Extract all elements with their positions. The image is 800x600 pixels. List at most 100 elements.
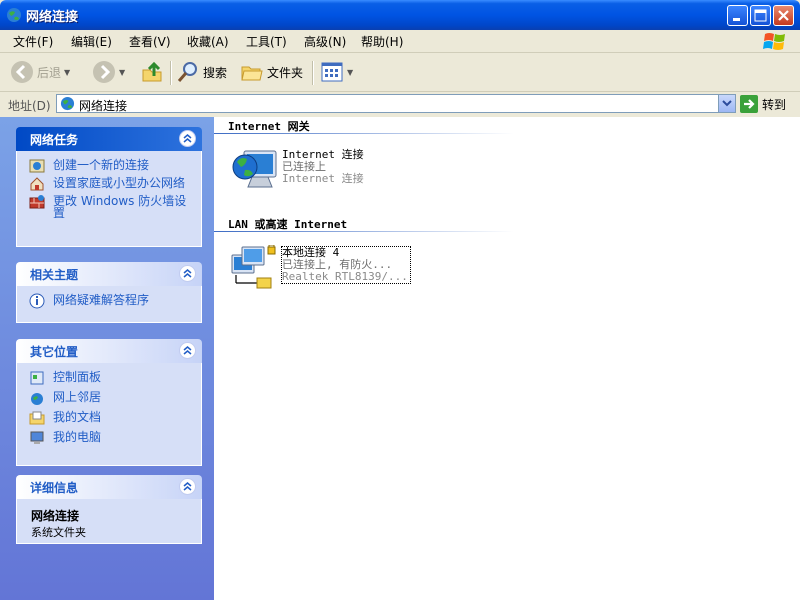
- home-network-icon: [30, 177, 44, 191]
- place-my-documents[interactable]: 我的文档: [29, 411, 193, 425]
- network-connections-icon: [60, 96, 75, 111]
- task-label: 网络疑难解答程序: [53, 293, 150, 307]
- info-icon: [29, 293, 45, 309]
- chevron-down-icon: [722, 100, 732, 107]
- network-tasks-header[interactable]: 网络任务: [16, 127, 202, 151]
- network-tasks-body: 创建一个新的连接 设置家庭或小型办公网络 更改 Windows 防火墙设置: [16, 151, 202, 247]
- menu-advanced[interactable]: 高级(N): [304, 33, 346, 50]
- menu-tools[interactable]: 工具(T): [246, 33, 287, 50]
- address-dropdown-button[interactable]: [718, 95, 735, 112]
- go-button[interactable]: 转到: [740, 95, 786, 113]
- chevron-up-icon: [183, 346, 192, 355]
- related-topics-body: 网络疑难解答程序: [16, 286, 202, 323]
- toolbar-separator: [170, 61, 172, 85]
- minimize-icon: [733, 18, 740, 21]
- lan-connection-icon: [231, 244, 276, 289]
- back-arrow-icon: [11, 61, 33, 83]
- explorer-window: 网络连接 文件(F) 编辑(E) 查看(V) 收藏(A) 工具(T) 高级(N)…: [0, 0, 800, 600]
- connection-device: Internet 连接: [282, 172, 364, 185]
- chevron-down-icon: ▼: [347, 67, 354, 77]
- forward-button[interactable]: ▼: [92, 59, 125, 85]
- group-divider: [214, 231, 514, 232]
- my-computer-icon: [30, 431, 44, 444]
- title-bar[interactable]: 网络连接: [0, 0, 800, 30]
- task-home-network[interactable]: 设置家庭或小型办公网络: [29, 177, 193, 191]
- other-places-header[interactable]: 其它位置: [16, 339, 202, 363]
- collapse-button[interactable]: [179, 478, 196, 495]
- place-label: 我的电脑: [53, 430, 102, 444]
- chevron-down-icon: ▼: [119, 67, 126, 77]
- connection-local-area-4[interactable]: 本地连接 4 已连接上, 有防火... Realtek RTL8139/...: [230, 244, 411, 291]
- task-create-connection[interactable]: 创建一个新的连接: [29, 158, 193, 173]
- maximize-button[interactable]: [750, 5, 771, 26]
- related-topics-header[interactable]: 相关主题: [16, 262, 202, 286]
- connection-text: 本地连接 4 已连接上, 有防火... Realtek RTL8139/...: [281, 246, 411, 284]
- close-button[interactable]: [773, 5, 794, 26]
- details-panel: 详细信息 网络连接 系统文件夹: [16, 475, 202, 544]
- place-network-neighborhood[interactable]: 网上邻居: [29, 390, 193, 405]
- place-label: 网上邻居: [53, 390, 102, 404]
- folders-button[interactable]: 文件夹: [240, 59, 303, 85]
- chevron-up-icon: [183, 134, 192, 143]
- chevron-up-icon: [183, 482, 192, 491]
- group-header-internet-gateway: Internet 网关: [228, 120, 310, 133]
- connection-text: Internet 连接 已连接上 Internet 连接: [282, 149, 364, 185]
- menu-view[interactable]: 查看(V): [129, 33, 171, 50]
- detail-type: 系统文件夹: [31, 526, 86, 539]
- details-header[interactable]: 详细信息: [16, 475, 202, 499]
- folders-label: 文件夹: [267, 65, 304, 80]
- panel-title: 其它位置: [30, 345, 79, 359]
- task-label: 创建一个新的连接: [53, 158, 150, 172]
- related-topics-panel: 相关主题 网络疑难解答程序: [16, 262, 202, 323]
- menu-bar: 文件(F) 编辑(E) 查看(V) 收藏(A) 工具(T) 高级(N) 帮助(H…: [0, 30, 800, 53]
- collapse-button[interactable]: [179, 342, 196, 359]
- network-connections-icon: [7, 8, 21, 22]
- menu-edit[interactable]: 编辑(E): [71, 33, 112, 50]
- place-my-computer[interactable]: 我的电脑: [29, 430, 193, 444]
- toolbar: 后退 ▼ ▼ 搜索 文件夹 ▼: [0, 53, 800, 92]
- back-label: 后退: [37, 65, 62, 80]
- search-label: 搜索: [203, 65, 228, 80]
- views-icon: [321, 62, 343, 82]
- task-troubleshooter[interactable]: 网络疑难解答程序: [29, 293, 193, 309]
- back-button[interactable]: 后退 ▼: [10, 59, 70, 85]
- collapse-button[interactable]: [179, 130, 196, 147]
- search-button[interactable]: 搜索: [176, 59, 227, 85]
- place-control-panel[interactable]: 控制面板: [29, 370, 193, 385]
- panel-title: 网络任务: [30, 133, 79, 147]
- go-label: 转到: [762, 97, 787, 112]
- menu-help[interactable]: 帮助(H): [361, 33, 403, 50]
- task-firewall-settings[interactable]: 更改 Windows 防火墙设置: [29, 195, 193, 219]
- detail-name: 网络连接: [31, 509, 80, 523]
- menu-file[interactable]: 文件(F): [13, 33, 53, 50]
- other-places-body: 控制面板 网上邻居 我的文档 我的电脑: [16, 363, 202, 466]
- new-connection-icon: [29, 159, 45, 173]
- windows-logo-icon: [763, 33, 785, 50]
- close-icon: [778, 10, 789, 21]
- control-panel-icon: [30, 371, 44, 385]
- chevron-down-icon: ▼: [64, 67, 71, 77]
- address-value: 网络连接: [79, 99, 128, 113]
- panel-title: 详细信息: [30, 481, 79, 495]
- connections-view: Internet 网关 Internet 连接 已连接上 Internet 连接…: [214, 117, 800, 600]
- task-pane: 网络任务 创建一个新的连接 设置家庭或小型办公网络 更改 Windows 防火墙…: [0, 117, 214, 600]
- connection-internet[interactable]: Internet 连接 已连接上 Internet 连接: [230, 147, 390, 193]
- group-header-lan: LAN 或高速 Internet: [228, 218, 348, 231]
- place-label: 控制面板: [53, 370, 102, 384]
- search-icon: [177, 62, 197, 82]
- firewall-icon: [29, 195, 45, 209]
- menu-favorites[interactable]: 收藏(A): [187, 33, 229, 50]
- forward-arrow-icon: [93, 61, 115, 83]
- go-arrow-icon: [740, 95, 758, 113]
- panel-title: 相关主题: [30, 268, 79, 282]
- collapse-button[interactable]: [179, 265, 196, 282]
- details-body: 网络连接 系统文件夹: [16, 499, 202, 544]
- address-bar: 地址(D) 网络连接 转到: [0, 92, 800, 116]
- address-input[interactable]: 网络连接: [56, 94, 736, 113]
- chevron-up-icon: [183, 269, 192, 278]
- up-button[interactable]: [140, 59, 164, 85]
- views-button[interactable]: ▼: [320, 59, 353, 85]
- minimize-button[interactable]: [727, 5, 748, 26]
- network-tasks-panel: 网络任务 创建一个新的连接 设置家庭或小型办公网络 更改 Windows 防火墙…: [16, 127, 202, 247]
- my-documents-icon: [29, 411, 45, 425]
